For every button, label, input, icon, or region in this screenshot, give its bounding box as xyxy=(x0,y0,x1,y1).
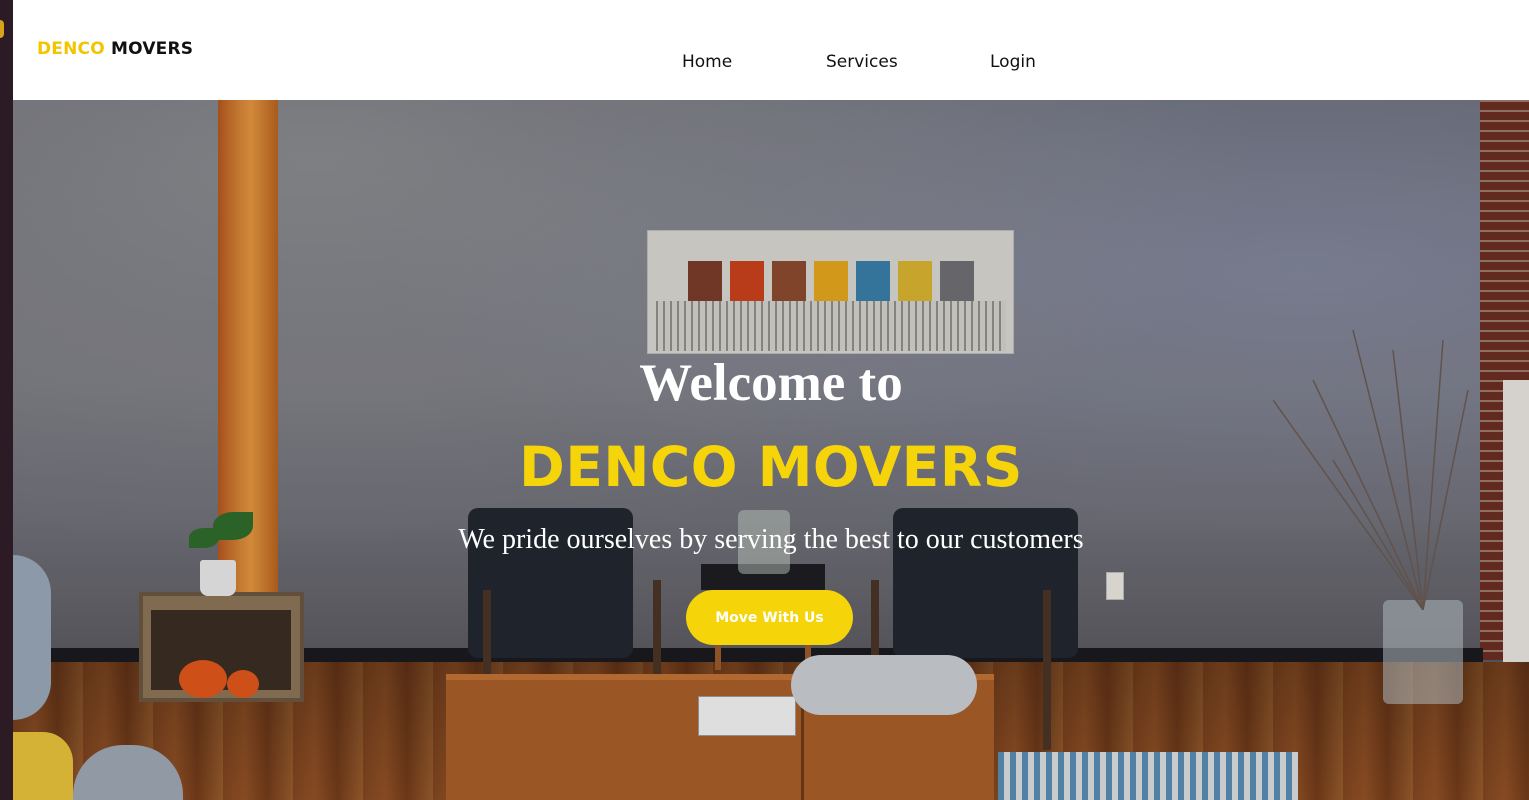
nav-link-services[interactable]: Services xyxy=(826,52,898,72)
hero-brand-name: DENCO MOVERS xyxy=(519,435,1023,499)
main-nav: Home Services Login xyxy=(13,52,1529,74)
nav-link-login[interactable]: Login xyxy=(990,52,1036,72)
webpage: DENCO MOVERS Home Services Login Welcome… xyxy=(13,0,1529,800)
hero-tagline: We pride ourselves by serving the best t… xyxy=(458,524,1084,555)
hero-section: Welcome to DENCO MOVERS We pride ourselv… xyxy=(13,100,1529,800)
dock-indicator xyxy=(0,20,4,38)
navbar: DENCO MOVERS Home Services Login xyxy=(13,0,1529,100)
move-with-us-button[interactable]: Move With Us xyxy=(686,590,853,645)
nav-link-home[interactable]: Home xyxy=(682,52,732,72)
desktop-edge xyxy=(0,0,13,800)
hero-title: Welcome to xyxy=(639,354,903,412)
